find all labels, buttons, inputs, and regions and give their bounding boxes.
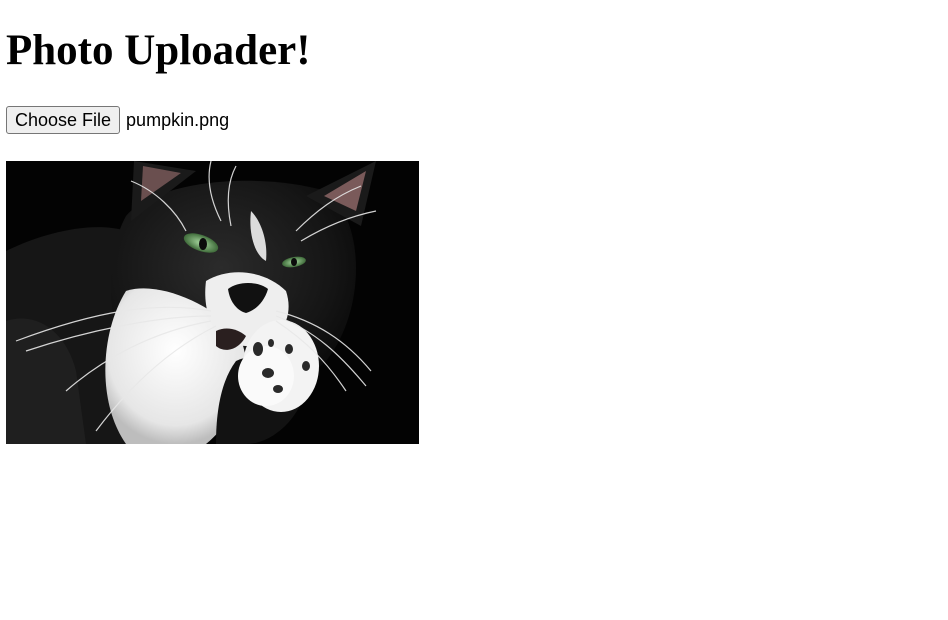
page-title: Photo Uploader! <box>6 27 311 74</box>
uploaded-photo <box>6 161 419 444</box>
file-upload-row: Choose File pumpkin.png <box>6 106 229 134</box>
cat-photo-illustration <box>6 161 419 444</box>
selected-file-name: pumpkin.png <box>126 109 230 130</box>
choose-file-button[interactable]: Choose File <box>6 106 121 134</box>
